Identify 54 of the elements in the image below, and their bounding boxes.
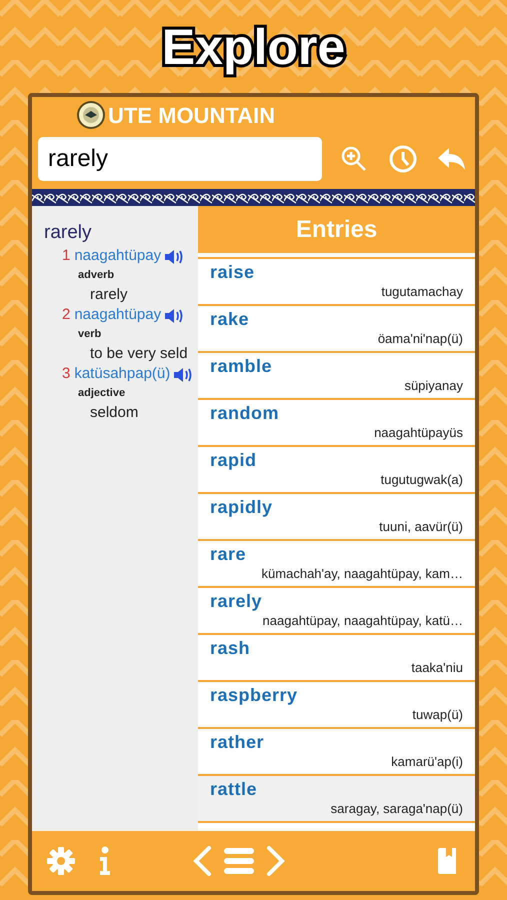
next-icon[interactable] [266, 845, 286, 877]
menu-icon[interactable] [224, 846, 254, 876]
book-icon[interactable] [437, 847, 457, 875]
entry-word: rattle [210, 778, 258, 800]
entry-word: raspberry [210, 684, 298, 706]
entry-translation: tugutamachay [381, 283, 463, 301]
part-of-speech: adverb [77, 268, 114, 283]
sense-number: 2 [62, 305, 70, 326]
settings-icon[interactable] [46, 846, 76, 876]
entry-word: raise [210, 261, 255, 283]
entry-word: ramble [210, 355, 272, 377]
entry-translation: taaka'niu [411, 659, 463, 677]
entry-translation: tuuni, aavür(ü) [379, 518, 463, 536]
native-word: katüsahpap(ü) [74, 364, 170, 384]
back-icon[interactable] [436, 146, 466, 172]
entry-translation: tuwap(ü) [412, 706, 463, 724]
entry-word: rare [210, 543, 246, 565]
headword: rarely [44, 222, 93, 244]
speaker-icon[interactable] [173, 366, 194, 382]
previous-icon[interactable] [192, 845, 212, 877]
native-word: naagahtüpay [74, 246, 162, 266]
definition: rarely [89, 285, 128, 305]
speaker-icon[interactable] [164, 308, 184, 324]
definition: to be very seld [89, 344, 188, 364]
part-of-speech: verb [77, 327, 102, 342]
native-word: naagahtüpay [74, 305, 162, 326]
entry-translation: saragay, saraga'nap(ü) [330, 800, 463, 818]
entry-word: random [210, 402, 280, 424]
app-name: UTE MOUNTAIN [108, 102, 276, 130]
entry-word: rarely [210, 590, 262, 612]
seal-logo-icon [76, 100, 106, 130]
entry-translation: süpiyanay [404, 377, 463, 395]
sense-number: 3 [62, 364, 70, 384]
sense-number: 1 [62, 246, 70, 266]
entry-translation: kamarü'ap(i) [391, 753, 463, 771]
entry-word: rapid [210, 449, 257, 471]
entry-word: rash [210, 637, 250, 659]
history-icon[interactable] [388, 144, 418, 174]
entry-word: rather [210, 731, 264, 753]
entry-word: rapidly [210, 496, 273, 518]
entry-translation: naagahtüpayüs [374, 424, 463, 442]
part-of-speech: adjective [77, 386, 126, 401]
zoom-in-icon[interactable] [340, 145, 368, 173]
search-field[interactable]: rarely [38, 137, 322, 181]
entry-translation: naagahtüpay, naagahtüpay, katü… [262, 612, 463, 630]
definition: seldom [89, 403, 138, 423]
speaker-icon[interactable] [164, 248, 184, 264]
info-icon[interactable] [98, 846, 112, 876]
entry-translation: kümachah'ay, naagahtüpay, kam… [262, 565, 463, 583]
entry-word: rake [210, 308, 250, 330]
entry-row[interactable]: rattle saragay, saraga'nap(ü) [198, 776, 475, 823]
entries-header: Entries [198, 206, 475, 253]
entry-translation: öama'ni'nap(ü) [378, 330, 463, 348]
entry-translation: tugutugwak(a) [380, 471, 463, 489]
